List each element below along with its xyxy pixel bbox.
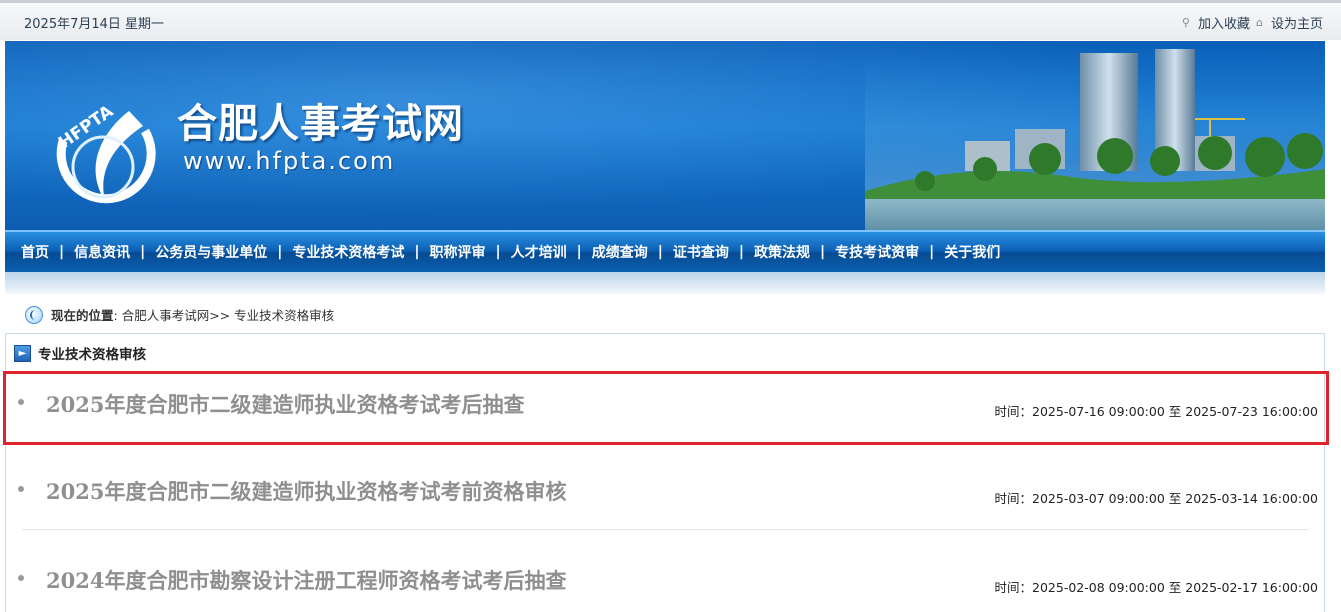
top-links: ⚲ 加入收藏 ⌂ 设为主页 [1182, 13, 1323, 32]
site-url: www.hfpta.com [183, 147, 396, 175]
location-icon [25, 305, 43, 324]
list-item[interactable]: 2025年度合肥市二级建造师执业资格考试考前资格审核 时间：2025-03-07… [6, 460, 1326, 530]
list-item[interactable]: 2025年度合肥市二级建造师执业资格考试考后抽查 时间：2025-07-16 0… [6, 373, 1326, 443]
current-date: 2025年7月14日 星期一 [24, 17, 165, 32]
section-title: 专业技术资格审核 [38, 347, 146, 363]
nav-item-home[interactable]: 首页 [11, 242, 59, 262]
content-panel: ► 专业技术资格审核 2025年度合肥市二级建造师执业资格考试考后抽查 时间：2… [5, 333, 1325, 612]
nav-item-certificate-query[interactable]: 证书查询 [663, 242, 739, 262]
list-item-title[interactable]: 2025年度合肥市二级建造师执业资格考试考前资格审核 [46, 476, 566, 506]
list-item[interactable]: 2024年度合肥市勘察设计注册工程师资格考试考后抽查 时间：2025-02-08… [6, 549, 1326, 612]
nav-item-news[interactable]: 信息资讯 [64, 242, 140, 262]
nav-item-qualification-review[interactable]: 专技考试资审 [825, 242, 929, 262]
list-item-title[interactable]: 2024年度合肥市勘察设计注册工程师资格考试考后抽查 [46, 565, 566, 595]
nav-item-score-query[interactable]: 成绩查询 [582, 242, 658, 262]
breadcrumb-path[interactable]: : 合肥人事考试网>> 专业技术资格审核 [114, 308, 335, 323]
bullet-icon [18, 486, 24, 492]
nav-item-title-review[interactable]: 职称评审 [420, 242, 496, 262]
list-item-time: 时间：2025-03-07 09:00:00 至 2025-03-14 16:0… [994, 491, 1318, 506]
breadcrumb-label: 现在的位置 [51, 308, 114, 323]
set-homepage-link[interactable]: 设为主页 [1271, 13, 1323, 32]
city-scene-image [865, 41, 1325, 231]
list-item-time: 时间：2025-07-16 09:00:00 至 2025-07-23 16:0… [994, 404, 1318, 419]
nav-item-professional-exam[interactable]: 专业技术资格考试 [282, 242, 414, 262]
add-bookmark-link[interactable]: 加入收藏 [1198, 13, 1250, 32]
section-header: ► 专业技术资格审核 [14, 343, 146, 363]
hfpta-logo[interactable]: HFPTA [43, 71, 163, 231]
breadcrumb: 现在的位置: 合肥人事考试网>> 专业技术资格审核 [25, 305, 334, 324]
main-nav: 首页 | 信息资讯 | 公务员与事业单位 | 专业技术资格考试 | 职称评审 | 人才培训… [5, 230, 1325, 272]
bullet-icon [18, 399, 24, 405]
nav-item-about[interactable]: 关于我们 [934, 242, 1010, 262]
list-item-time: 时间：2025-02-08 09:00:00 至 2025-02-17 16:0… [994, 580, 1318, 595]
bullet-icon [18, 575, 24, 581]
site-name: 合肥人事考试网 [177, 100, 464, 147]
nav-item-policy[interactable]: 政策法规 [744, 242, 820, 262]
home-icon: ⌂ [1256, 16, 1263, 29]
search-icon: ⚲ [1181, 16, 1190, 29]
nav-item-civil-service[interactable]: 公务员与事业单位 [145, 242, 277, 262]
list-item-title[interactable]: 2025年度合肥市二级建造师执业资格考试考后抽查 [46, 389, 524, 419]
site-banner: HFPTA 合肥人事考试网 www.hfpta.com [5, 41, 1325, 231]
nav-item-training[interactable]: 人才培训 [501, 242, 577, 262]
arrow-right-icon: ► [14, 344, 31, 362]
top-bar: 2025年7月14日 星期一 ⚲ 加入收藏 ⌂ 设为主页 [0, 0, 1341, 40]
